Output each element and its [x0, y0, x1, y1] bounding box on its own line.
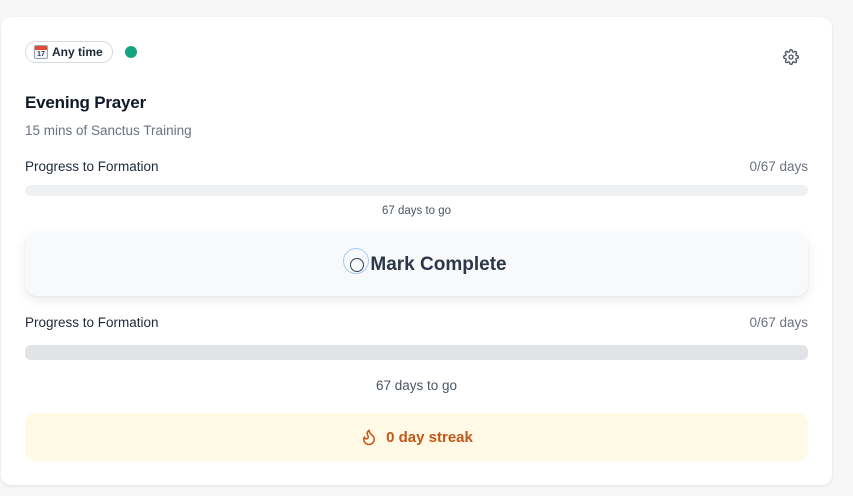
streak-banner: 0 day streak [25, 413, 808, 461]
calendar-icon: 17 [34, 45, 48, 59]
days-to-go-label: 67 days to go [381, 205, 452, 217]
time-badge-label: Any time [52, 45, 103, 59]
progress-bar [25, 345, 808, 360]
progress-label: Progress to Formation [25, 159, 159, 174]
progress-bar [25, 185, 808, 196]
status-dot [125, 46, 137, 58]
habit-subtitle: 15 mins of Sanctus Training [25, 123, 192, 138]
progress-label: Progress to Formation [25, 315, 159, 330]
flame-icon [363, 429, 376, 446]
progress-count: 0/67 days [749, 159, 808, 174]
days-to-go-label: 67 days to go [375, 378, 458, 393]
mark-complete-label: Mark Complete [370, 253, 507, 275]
habit-title: Evening Prayer [25, 93, 146, 112]
progress-count: 0/67 days [749, 315, 808, 330]
mark-complete-button[interactable]: Mark Complete [25, 233, 808, 296]
time-badge[interactable]: 17 Any time [25, 41, 113, 63]
streak-label: 0 day streak [386, 428, 473, 446]
focus-ring [343, 247, 370, 274]
gear-icon[interactable] [783, 49, 799, 65]
habit-card: 17 Any time Evening Prayer 15 mins of Sa… [1, 17, 832, 485]
